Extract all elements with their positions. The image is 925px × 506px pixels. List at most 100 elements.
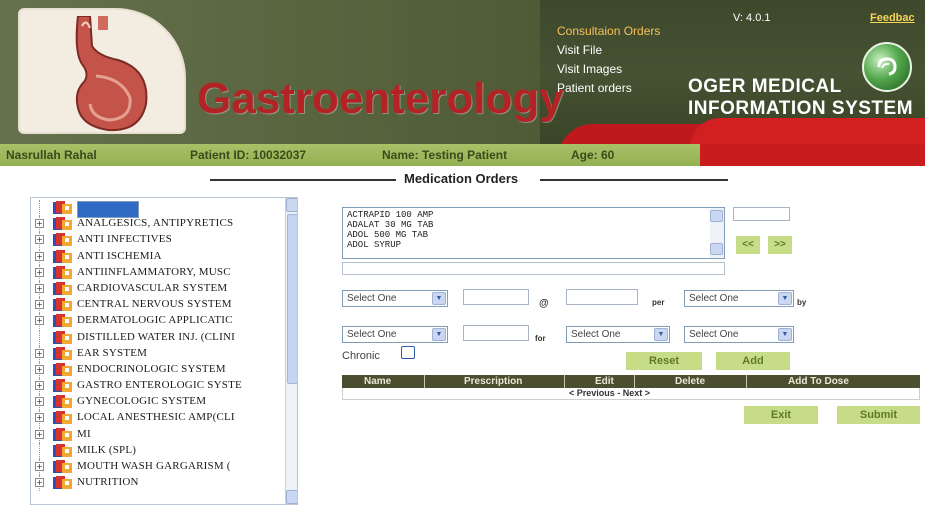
expand-icon[interactable]: +	[35, 413, 44, 423]
quantity-field[interactable]	[733, 207, 790, 221]
expand-icon[interactable]: +	[35, 397, 44, 407]
tree-item[interactable]: + ENDOCRINOLOGIC SYSTEM	[31, 361, 281, 378]
frequency-unit-select[interactable]: Select One ▼	[684, 290, 794, 307]
col-add-to-dose: Add To Dose	[788, 376, 849, 387]
tree-item[interactable]: + CARDIOVASCULAR SYSTEM	[31, 280, 281, 297]
dose-amount-field[interactable]	[463, 289, 529, 305]
tree-item[interactable]: + DERMATOLOGIC APPLICATIC	[31, 313, 281, 330]
chevron-down-icon: ▼	[778, 328, 792, 341]
expand-icon[interactable]: +	[35, 235, 44, 245]
system-name-line2: INFORMATION SYSTEM	[688, 98, 914, 119]
tree-item-label: CENTRAL NERVOUS SYSTEM	[77, 298, 232, 311]
medication-folder-icon	[53, 411, 73, 425]
medication-folder-icon	[53, 460, 73, 474]
expand-icon[interactable]: +	[35, 300, 44, 310]
title-rule-right	[540, 179, 728, 181]
tree-item[interactable]: + NUTRITION	[31, 475, 281, 492]
col-separator	[424, 375, 425, 388]
tree-connector	[39, 329, 40, 346]
expand-icon[interactable]: +	[35, 462, 44, 471]
section-header: Medication Orders	[0, 170, 925, 188]
tree-item[interactable]: + LOCAL ANESTHESIC AMP(CLI	[31, 410, 281, 427]
scroll-thumb[interactable]	[287, 214, 297, 384]
header-nav: Consultaion Orders Visit File Visit Imag…	[557, 22, 660, 98]
medication-folder-icon	[53, 298, 73, 312]
patient-name: Name: Testing Patient	[382, 148, 508, 162]
tree-item[interactable]: MILK (SPL)	[31, 442, 281, 459]
nav-visit-images[interactable]: Visit Images	[557, 60, 660, 79]
medication-option[interactable]: ADALAT 30 MG TAB	[343, 220, 724, 230]
medication-folder-icon	[53, 443, 73, 458]
tree-connector	[39, 200, 40, 216]
chronic-label: Chronic	[342, 350, 380, 362]
next-page-button[interactable]: >>	[768, 236, 792, 254]
section-title: Medication Orders	[404, 171, 519, 186]
reset-button[interactable]: Reset	[626, 352, 702, 370]
previous-page-button[interactable]: <<	[736, 236, 760, 254]
tree-list: Medications + ANALGESICS, ANTIPYRETICS + ANT…	[31, 200, 281, 492]
col-edit: Edit	[595, 376, 614, 387]
listbox-scrollbar[interactable]	[710, 208, 724, 258]
grid-pager[interactable]: < Previous - Next >	[569, 388, 650, 398]
tree-item[interactable]: + GYNECOLOGIC SYSTEM	[31, 394, 281, 411]
expand-icon[interactable]: +	[35, 364, 44, 374]
nav-patient-orders[interactable]: Patient orders	[557, 79, 660, 98]
tree-item-label: GYNECOLOGIC SYSTEM	[77, 395, 207, 408]
tree-item[interactable]: + ANTIINFLAMMATORY, MUSC	[31, 264, 281, 281]
tree-item[interactable]: + ANTI ISCHEMIA	[31, 248, 281, 265]
medication-category-tree[interactable]: Medications + ANALGESICS, ANTIPYRETICS + ANT…	[30, 197, 298, 505]
tree-item[interactable]: + ANALGESICS, ANTIPYRETICS	[31, 216, 281, 233]
expand-icon[interactable]: +	[35, 478, 44, 488]
tree-item[interactable]: + GASTRO ENTEROLOGIC SYSTE	[31, 378, 281, 395]
medication-option[interactable]: ADOL 500 MG TAB	[343, 230, 724, 240]
tree-item[interactable]: + MI	[31, 426, 281, 443]
instructions-select[interactable]: Select One ▼	[684, 326, 794, 343]
tree-item[interactable]: + MOUTH WASH GARGARISM (	[31, 459, 281, 475]
frequency-field[interactable]	[566, 289, 638, 305]
expand-icon[interactable]: +	[35, 219, 44, 229]
tree-item[interactable]: Medications	[31, 200, 281, 218]
expand-icon[interactable]: +	[35, 316, 44, 326]
add-button[interactable]: Add	[716, 352, 790, 370]
exit-button[interactable]: Exit	[744, 406, 818, 424]
expand-icon[interactable]: +	[35, 267, 44, 277]
expand-icon[interactable]: +	[35, 381, 44, 391]
duration-field[interactable]	[463, 325, 529, 341]
expand-icon[interactable]: +	[35, 348, 44, 358]
per-symbol: per	[652, 298, 665, 307]
scroll-up-button[interactable]	[286, 198, 297, 212]
prescription-text-field[interactable]	[342, 262, 725, 275]
route-select[interactable]: Select One ▼	[342, 326, 448, 343]
listbox-scroll-down[interactable]	[710, 243, 723, 255]
submit-button[interactable]: Submit	[837, 406, 920, 424]
dose-select[interactable]: Select One ▼	[342, 290, 448, 307]
stomach-icon	[75, 16, 148, 132]
tree-scrollbar[interactable]	[285, 198, 297, 504]
medication-option[interactable]: ACTRAPID 100 AMP	[343, 210, 724, 220]
nav-consultation-orders[interactable]: Consultaion Orders	[557, 22, 660, 41]
tree-item[interactable]: + CENTRAL NERVOUS SYSTEM	[31, 297, 281, 314]
tree-item[interactable]: + ANTI INFECTIVES	[31, 232, 281, 249]
app-title: Gastroenterology	[197, 74, 564, 123]
chronic-checkbox[interactable]	[401, 346, 415, 359]
scroll-down-button[interactable]	[286, 490, 297, 504]
listbox-scroll-up[interactable]	[710, 210, 723, 222]
expand-icon[interactable]: +	[35, 283, 44, 293]
tree-item-label: ANALGESICS, ANTIPYRETICS	[77, 217, 234, 230]
patient-info-bar: Nasrullah Rahal Patient ID: 10032037 Nam…	[0, 144, 925, 166]
medication-option[interactable]: ADOL SYRUP	[343, 240, 724, 250]
expand-icon[interactable]: +	[35, 429, 44, 439]
tree-item[interactable]: DISTILLED WATER INJ. (CLINI	[31, 329, 281, 346]
tree-item[interactable]: + EAR SYSTEM	[31, 345, 281, 362]
duration-unit-select[interactable]: Select One ▼	[566, 326, 670, 343]
col-name: Name	[364, 376, 392, 387]
medication-folder-icon	[53, 265, 73, 280]
nav-visit-file[interactable]: Visit File	[557, 41, 660, 60]
expand-icon[interactable]: +	[35, 251, 44, 261]
medication-folder-icon	[53, 427, 73, 442]
medication-listbox[interactable]: ACTRAPID 100 AMP ADALAT 30 MG TAB ADOL 5…	[342, 207, 725, 259]
tree-item-label: LOCAL ANESTHESIC AMP(CLI	[77, 411, 235, 424]
chevron-down-icon: ▼	[432, 328, 446, 341]
feedback-link[interactable]: Feedbac	[870, 12, 915, 24]
tree-item-label: MOUTH WASH GARGARISM (	[77, 460, 231, 472]
